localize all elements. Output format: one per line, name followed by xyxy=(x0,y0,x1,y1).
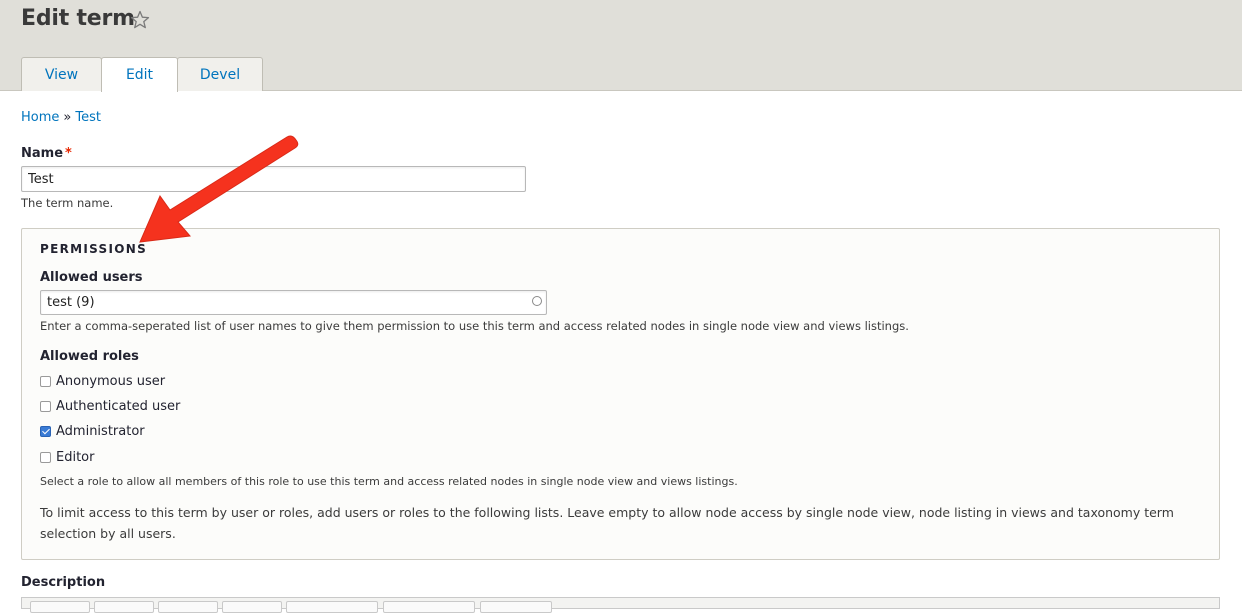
name-description: The term name. xyxy=(21,196,114,210)
permissions-fieldset: PERMISSIONS Allowed users Enter a comma-… xyxy=(21,228,1220,560)
checkbox-authenticated[interactable] xyxy=(40,400,51,412)
toolbar-button[interactable] xyxy=(222,601,282,613)
checkbox-administrator[interactable] xyxy=(40,425,51,437)
toolbar-button[interactable] xyxy=(30,601,90,613)
star-icon[interactable] xyxy=(130,10,150,30)
tab-devel[interactable]: Devel xyxy=(177,57,263,91)
toolbar-button[interactable] xyxy=(480,601,552,613)
toolbar-button[interactable] xyxy=(286,601,378,613)
breadcrumb-separator: » xyxy=(63,110,72,125)
breadcrumb-current-link[interactable]: Test xyxy=(75,110,101,125)
description-label: Description xyxy=(21,575,106,590)
role-checkbox-administrator[interactable]: Administrator xyxy=(40,422,145,440)
allowed-users-input[interactable] xyxy=(40,290,547,315)
role-label-authenticated: Authenticated user xyxy=(56,398,181,414)
allowed-users-description: Enter a comma-seperated list of user nam… xyxy=(40,319,909,333)
permissions-help-text: To limit access to this term by user or … xyxy=(40,505,1174,541)
tab-edit[interactable]: Edit xyxy=(101,57,178,92)
autocomplete-throbber-icon xyxy=(532,296,542,306)
breadcrumb-home-link[interactable]: Home xyxy=(21,110,59,125)
checkbox-anonymous[interactable] xyxy=(40,375,51,387)
page-header: Edit term View Edit Devel xyxy=(0,0,1242,92)
permissions-legend: PERMISSIONS xyxy=(40,242,148,256)
role-checkbox-authenticated[interactable]: Authenticated user xyxy=(40,397,180,415)
name-label-text: Name xyxy=(21,146,64,161)
role-checkbox-anonymous[interactable]: Anonymous user xyxy=(40,372,165,390)
allowed-users-label: Allowed users xyxy=(40,270,143,285)
allowed-roles-description: Select a role to allow all members of th… xyxy=(40,475,738,488)
editor-toolbar xyxy=(21,597,1220,613)
toolbar-button[interactable] xyxy=(158,601,218,613)
role-label-administrator: Administrator xyxy=(56,423,145,439)
tab-view[interactable]: View xyxy=(21,57,102,91)
allowed-roles-label: Allowed roles xyxy=(40,349,139,364)
role-checkbox-editor[interactable]: Editor xyxy=(40,448,94,466)
toolbar-button[interactable] xyxy=(383,601,475,613)
name-label: Name * xyxy=(21,146,72,161)
role-label-editor: Editor xyxy=(56,449,95,465)
required-marker: * xyxy=(65,146,72,161)
toolbar-button[interactable] xyxy=(94,601,154,613)
checkbox-editor[interactable] xyxy=(40,451,51,463)
name-input[interactable] xyxy=(21,166,526,192)
page-title: Edit term xyxy=(21,6,135,31)
role-label-anonymous: Anonymous user xyxy=(56,373,166,389)
breadcrumb: Home » Test xyxy=(21,110,101,125)
